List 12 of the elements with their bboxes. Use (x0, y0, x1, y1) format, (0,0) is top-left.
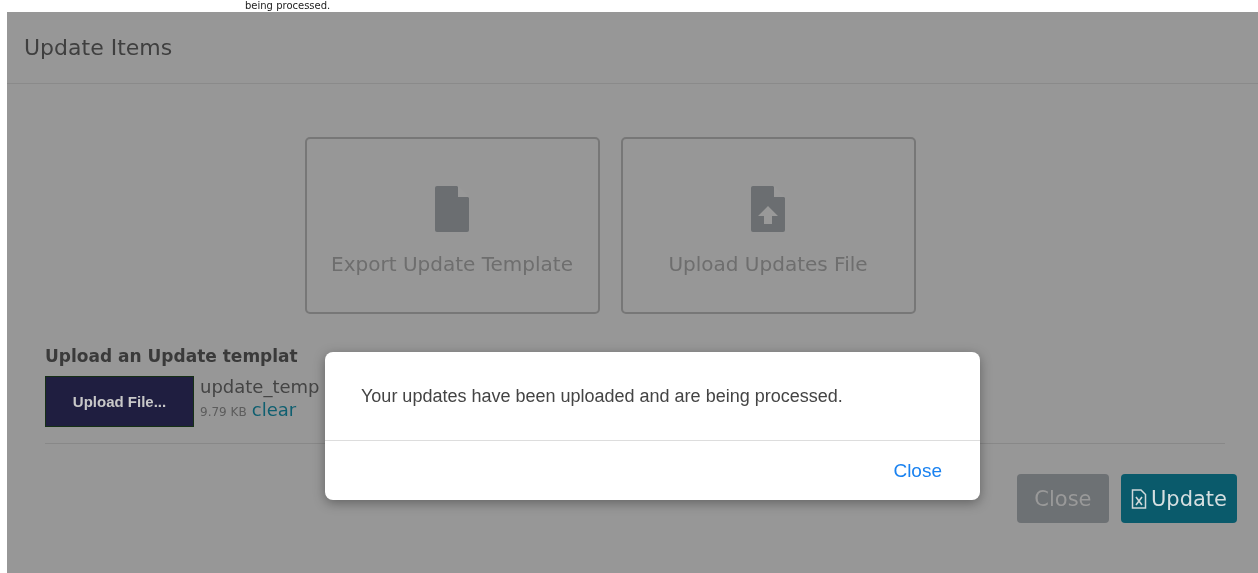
alert-message: Your updates have been uploaded and are being processed. (361, 385, 843, 407)
close-button[interactable]: Close (893, 459, 942, 482)
file-upload-icon (751, 185, 785, 232)
file-size: 9.79 KB (200, 405, 247, 419)
excel-file-icon (1130, 488, 1147, 509)
clear-link[interactable]: clear (251, 399, 297, 420)
dialog-title: Update Items (24, 35, 173, 60)
upload-file-button[interactable]: Upload File... (45, 376, 194, 427)
section-label: Upload an Update templat (45, 346, 299, 366)
background-text: being processed. (245, 0, 331, 11)
file-name: update_temp (200, 376, 320, 397)
update-button[interactable]: Update (1120, 474, 1237, 523)
